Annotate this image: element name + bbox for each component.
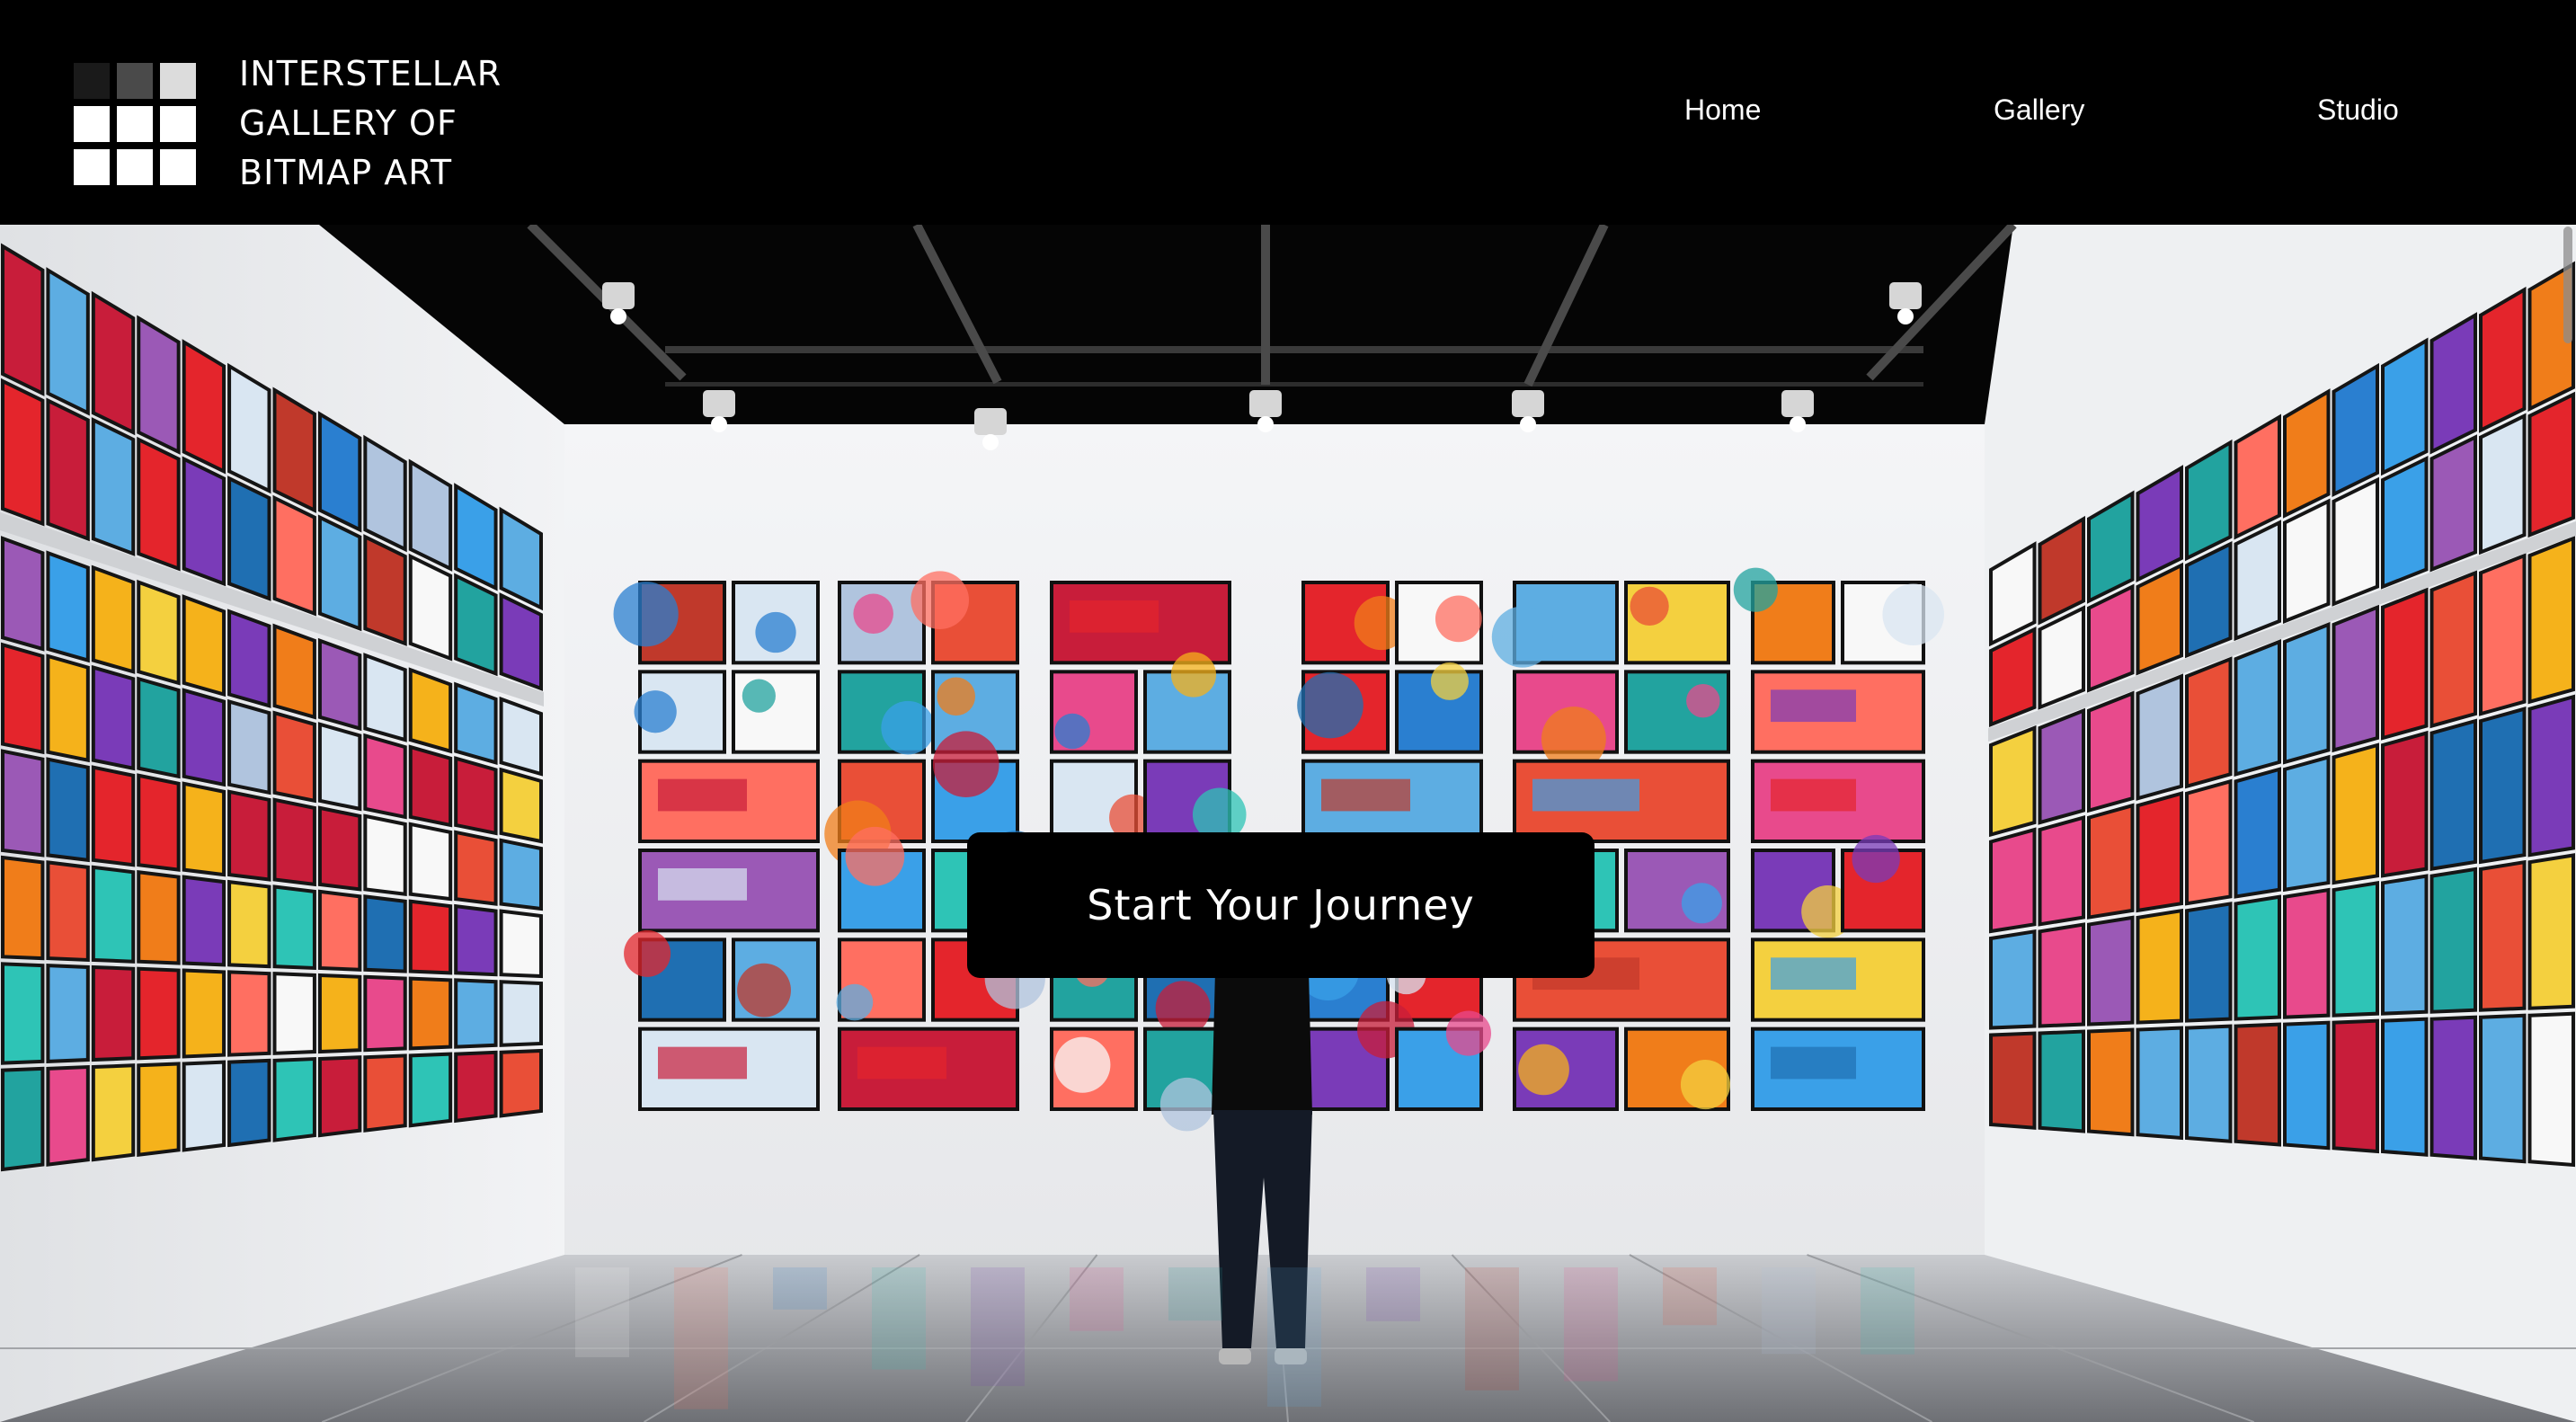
logo-cell	[74, 105, 110, 142]
nav-studio-link[interactable]: Studio	[2317, 93, 2399, 127]
main-nav: Home Gallery Studio	[1587, 0, 2576, 225]
logo-cell	[160, 105, 196, 142]
brand-line-3: BITMAP ART	[239, 153, 453, 192]
logo-cell	[117, 148, 153, 185]
page: INTERSTELLAR GALLERY OF BITMAP ART Home …	[0, 0, 2576, 1422]
start-journey-button[interactable]: Start Your Journey	[967, 832, 1594, 978]
gallery-hero-image	[0, 225, 2576, 1422]
nav-home-link[interactable]: Home	[1684, 93, 1761, 127]
logo-cell	[160, 148, 196, 185]
nav-gallery-link[interactable]: Gallery	[1994, 93, 2084, 127]
site-logo[interactable]: INTERSTELLAR GALLERY OF BITMAP ART	[74, 49, 502, 198]
logo-cell	[160, 62, 196, 99]
logo-cell	[117, 105, 153, 142]
logo-grid-icon	[74, 62, 196, 185]
brand-line-2: GALLERY OF	[239, 103, 457, 143]
site-header: INTERSTELLAR GALLERY OF BITMAP ART Home …	[0, 0, 2576, 225]
logo-cell	[117, 62, 153, 99]
brand-line-1: INTERSTELLAR	[239, 54, 502, 93]
hero-section: Start Your Journey	[0, 225, 2576, 1422]
brand-name: INTERSTELLAR GALLERY OF BITMAP ART	[239, 49, 502, 198]
logo-cell	[74, 62, 110, 99]
logo-cell	[74, 148, 110, 185]
page-scrollbar[interactable]	[2563, 227, 2572, 343]
